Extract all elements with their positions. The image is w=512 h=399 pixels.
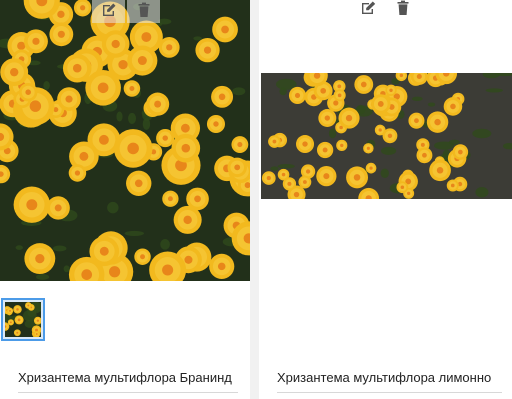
title-divider <box>18 392 238 393</box>
flower-photo-graphic <box>0 0 250 281</box>
trash-icon <box>138 2 149 18</box>
edit-icon <box>102 3 115 16</box>
thumbnail-graphic <box>5 302 41 337</box>
trash-icon <box>397 0 409 16</box>
delete-button[interactable] <box>127 0 160 23</box>
delete-button[interactable] <box>393 0 413 18</box>
thumbnail-1[interactable] <box>1 298 45 341</box>
image-action-bar <box>92 0 160 23</box>
product-title[interactable]: Хризантема мультифлора Бранинд <box>18 370 250 385</box>
product-title[interactable]: Хризантема мультифлора лимонно <box>277 370 512 385</box>
flower-photo-graphic <box>261 73 512 199</box>
edit-button[interactable] <box>92 0 125 23</box>
card-action-bar <box>359 0 413 18</box>
product-card-1: Хризантема мультифлора Бранинд <box>0 0 250 399</box>
product-image-2[interactable] <box>261 73 512 199</box>
product-card-2: Хризантема мультифлора лимонно <box>259 0 512 399</box>
product-image-1[interactable] <box>0 0 250 281</box>
edit-icon <box>362 1 376 14</box>
title-divider <box>277 392 502 393</box>
product-gallery: Хризантема мультифлора Бранинд Хризантем… <box>0 0 512 399</box>
edit-button[interactable] <box>359 0 379 18</box>
